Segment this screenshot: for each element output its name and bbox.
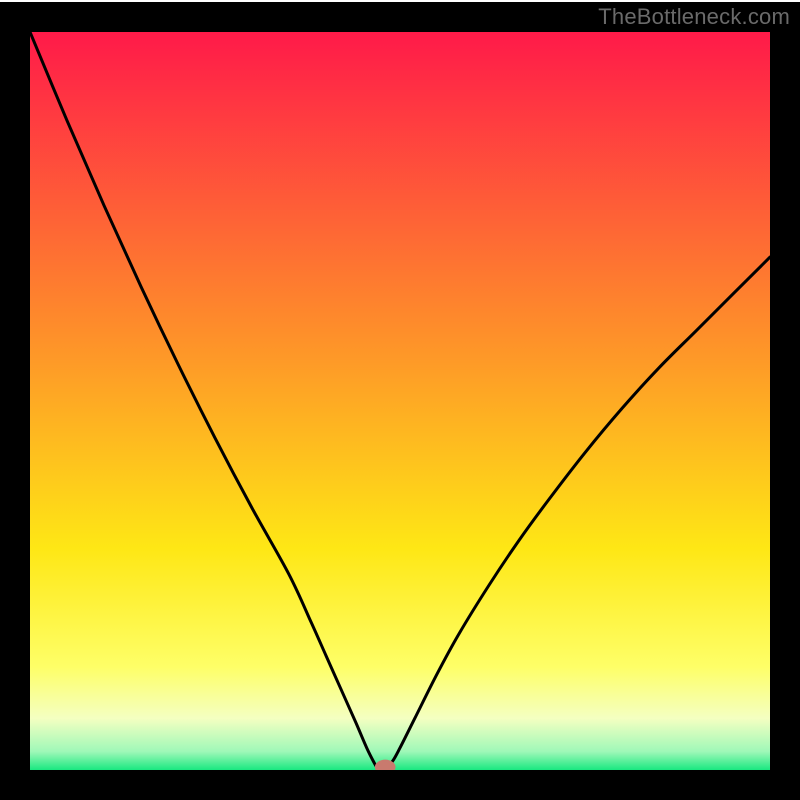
gradient-background [30,32,770,770]
chart-svg [0,0,800,800]
bottleneck-chart: TheBottleneck.com [0,0,800,800]
watermark-text: TheBottleneck.com [598,4,790,30]
